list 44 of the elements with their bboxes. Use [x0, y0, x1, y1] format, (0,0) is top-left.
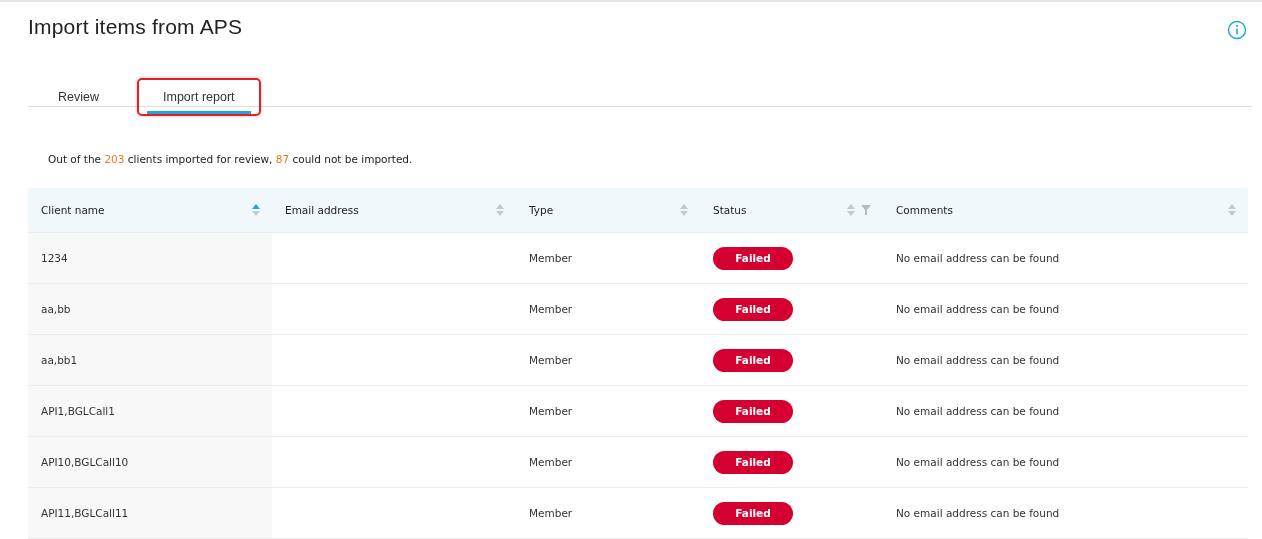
- status-badge: Failed: [713, 399, 793, 423]
- sort-icon[interactable]: [252, 204, 260, 216]
- table-cell: No email address can be found: [896, 303, 1060, 315]
- status-badge: Failed: [713, 348, 793, 372]
- sort-icon[interactable]: [1228, 204, 1236, 216]
- status-badge: Failed: [713, 450, 793, 474]
- sort-icon[interactable]: [680, 204, 688, 216]
- column-label: Comments: [896, 204, 953, 216]
- column-header[interactable]: Client name: [28, 188, 272, 232]
- table-cell: No email address can be found: [896, 405, 1060, 417]
- tab[interactable]: Review: [42, 86, 115, 114]
- page-title: Import items from APS: [28, 15, 243, 39]
- table-cell: Member: [529, 405, 573, 417]
- table-cell: Member: [529, 303, 573, 315]
- filter-icon[interactable]: [861, 205, 871, 215]
- status-badge: Failed: [713, 297, 793, 321]
- status-badge: Failed: [713, 501, 793, 525]
- table-cell: aa,bb: [28, 284, 272, 334]
- column-header[interactable]: Comments: [883, 188, 1248, 232]
- table-cell: Member: [529, 507, 573, 519]
- table-cell: No email address can be found: [896, 507, 1060, 519]
- table-cell: API10,BGLCall10: [28, 437, 272, 487]
- column-label: Client name: [41, 204, 105, 216]
- table-cell: No email address can be found: [896, 456, 1060, 468]
- column-label: Status: [713, 204, 747, 216]
- table-cell: 1234: [28, 233, 272, 283]
- column-header[interactable]: Status: [700, 188, 883, 232]
- sort-icon[interactable]: [847, 204, 855, 216]
- table-cell: Member: [529, 252, 573, 264]
- column-header[interactable]: Type: [516, 188, 700, 232]
- column-header[interactable]: Email address: [272, 188, 516, 232]
- summary-text: Out of the 203 clients imported for review, 87 could not be imported.: [48, 153, 414, 165]
- sort-icon[interactable]: [496, 204, 504, 216]
- table-cell: API1,BGLCall1: [28, 386, 272, 436]
- table-cell: No email address can be found: [896, 354, 1060, 366]
- table-cell: API11,BGLCall11: [28, 488, 272, 538]
- status-badge: Failed: [713, 246, 793, 270]
- column-label: Type: [529, 204, 554, 216]
- table-cell: Member: [529, 456, 573, 468]
- table-cell: Member: [529, 354, 573, 366]
- table-cell: No email address can be found: [896, 252, 1060, 264]
- table-cell: aa,bb1: [28, 335, 272, 385]
- info-icon[interactable]: [1227, 20, 1247, 40]
- column-label: Email address: [285, 204, 359, 216]
